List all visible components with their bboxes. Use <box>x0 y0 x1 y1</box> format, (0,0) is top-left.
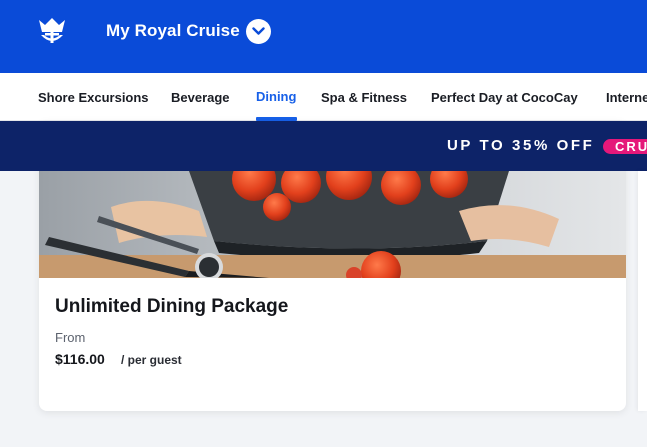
next-card-edge[interactable] <box>638 171 647 411</box>
ship-selector-button[interactable] <box>246 19 271 44</box>
promo-pill: CRU <box>603 139 647 154</box>
promo-pill-text: CRU <box>615 139 647 154</box>
crown-anchor-icon[interactable] <box>36 14 68 46</box>
product-price: $116.00 <box>55 351 105 367</box>
price-from-label: From <box>55 330 86 345</box>
price-suffix: / per guest <box>121 353 182 367</box>
chevron-down-icon <box>252 27 265 35</box>
promo-text: UP TO 35% OFF <box>447 137 595 154</box>
tab-dining[interactable]: Dining <box>256 89 296 104</box>
tab-spa-fitness[interactable]: Spa & Fitness <box>321 90 407 105</box>
product-title[interactable]: Unlimited Dining Package <box>55 296 288 318</box>
chef-cooking-tomatoes-image <box>39 171 626 278</box>
category-tabs: Shore Excursions Beverage Dining Spa & F… <box>0 73 647 121</box>
tab-perfect-day-cococay[interactable]: Perfect Day at CocoCay <box>431 90 578 105</box>
ship-name[interactable]: My Royal Cruise <box>106 21 240 41</box>
top-bar: My Royal Cruise <box>0 0 647 73</box>
promo-banner[interactable]: UP TO 35% OFF CRU <box>0 121 647 171</box>
tab-shore-excursions[interactable]: Shore Excursions <box>38 90 149 105</box>
tab-beverage[interactable]: Beverage <box>171 90 230 105</box>
tab-internet[interactable]: Interne <box>606 90 647 105</box>
